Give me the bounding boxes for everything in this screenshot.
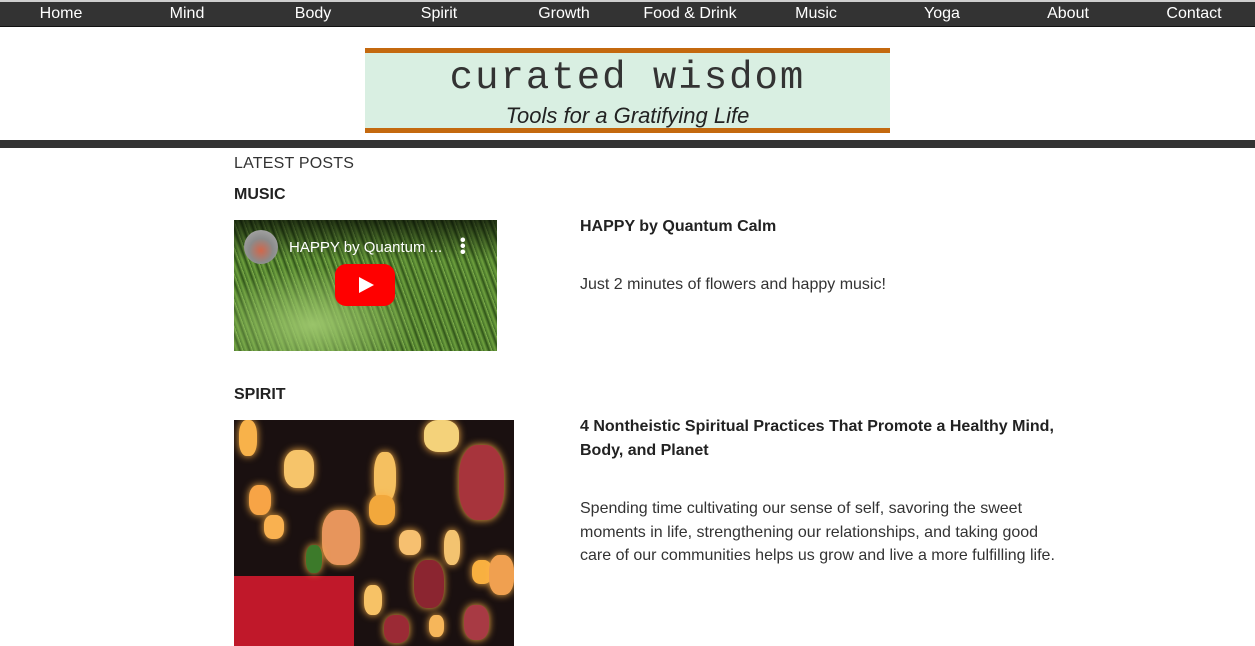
lantern <box>239 420 257 456</box>
nav-item-yoga[interactable]: Yoga <box>924 5 960 23</box>
lantern <box>249 485 271 515</box>
youtube-play-icon[interactable] <box>335 264 395 306</box>
post-category: MUSIC <box>234 186 286 203</box>
nav-item-body[interactable]: Body <box>295 5 331 23</box>
video-title[interactable]: HAPPY by Quantum ... <box>289 239 442 256</box>
nav-item-music[interactable]: Music <box>795 5 837 23</box>
lantern <box>264 515 284 539</box>
post-category: SPIRIT <box>234 386 286 403</box>
site-banner-logo[interactable]: curated wisdom Tools for a Gratifying Li… <box>365 48 890 133</box>
nav-item-mind[interactable]: Mind <box>170 5 205 23</box>
lantern <box>364 585 382 615</box>
post-title[interactable]: 4 Nontheistic Spiritual Practices That P… <box>580 415 1060 463</box>
site-title: curated wisdom <box>449 56 806 100</box>
lantern <box>384 615 409 643</box>
lantern <box>369 495 395 525</box>
section-heading: LATEST POSTS <box>234 155 355 172</box>
lantern <box>464 605 489 640</box>
video-embed[interactable]: HAPPY by Quantum ... • • • <box>234 220 497 351</box>
post-excerpt: Spending time cultivating our sense of s… <box>580 500 1055 564</box>
lantern <box>306 545 322 573</box>
lantern <box>459 445 504 520</box>
nav-item-contact[interactable]: Contact <box>1166 5 1221 23</box>
channel-avatar[interactable] <box>244 230 278 264</box>
nav-item-spirit[interactable]: Spirit <box>421 5 457 23</box>
image-detail <box>234 576 354 646</box>
post-image-lanterns[interactable] <box>234 420 514 646</box>
nav-item-about[interactable]: About <box>1047 5 1089 23</box>
lantern <box>444 530 460 565</box>
more-options-icon[interactable]: • • • <box>460 233 466 261</box>
post-excerpt: Just 2 minutes of flowers and happy musi… <box>580 276 886 293</box>
top-navigation: Home Mind Body Spirit Growth Food & Drin… <box>0 0 1255 27</box>
nav-item-food-drink[interactable]: Food & Drink <box>643 5 736 23</box>
lantern <box>284 450 314 488</box>
lantern <box>429 615 444 637</box>
header-divider <box>0 140 1255 148</box>
site-tagline: Tools for a Gratifying Life <box>505 103 750 128</box>
lantern <box>414 560 444 608</box>
lantern <box>489 555 514 595</box>
nav-item-growth[interactable]: Growth <box>538 5 590 23</box>
lantern <box>399 530 421 555</box>
nav-item-home[interactable]: Home <box>40 5 83 23</box>
post-title[interactable]: HAPPY by Quantum Calm <box>580 215 1060 239</box>
lantern <box>322 510 360 565</box>
lantern <box>424 420 459 452</box>
